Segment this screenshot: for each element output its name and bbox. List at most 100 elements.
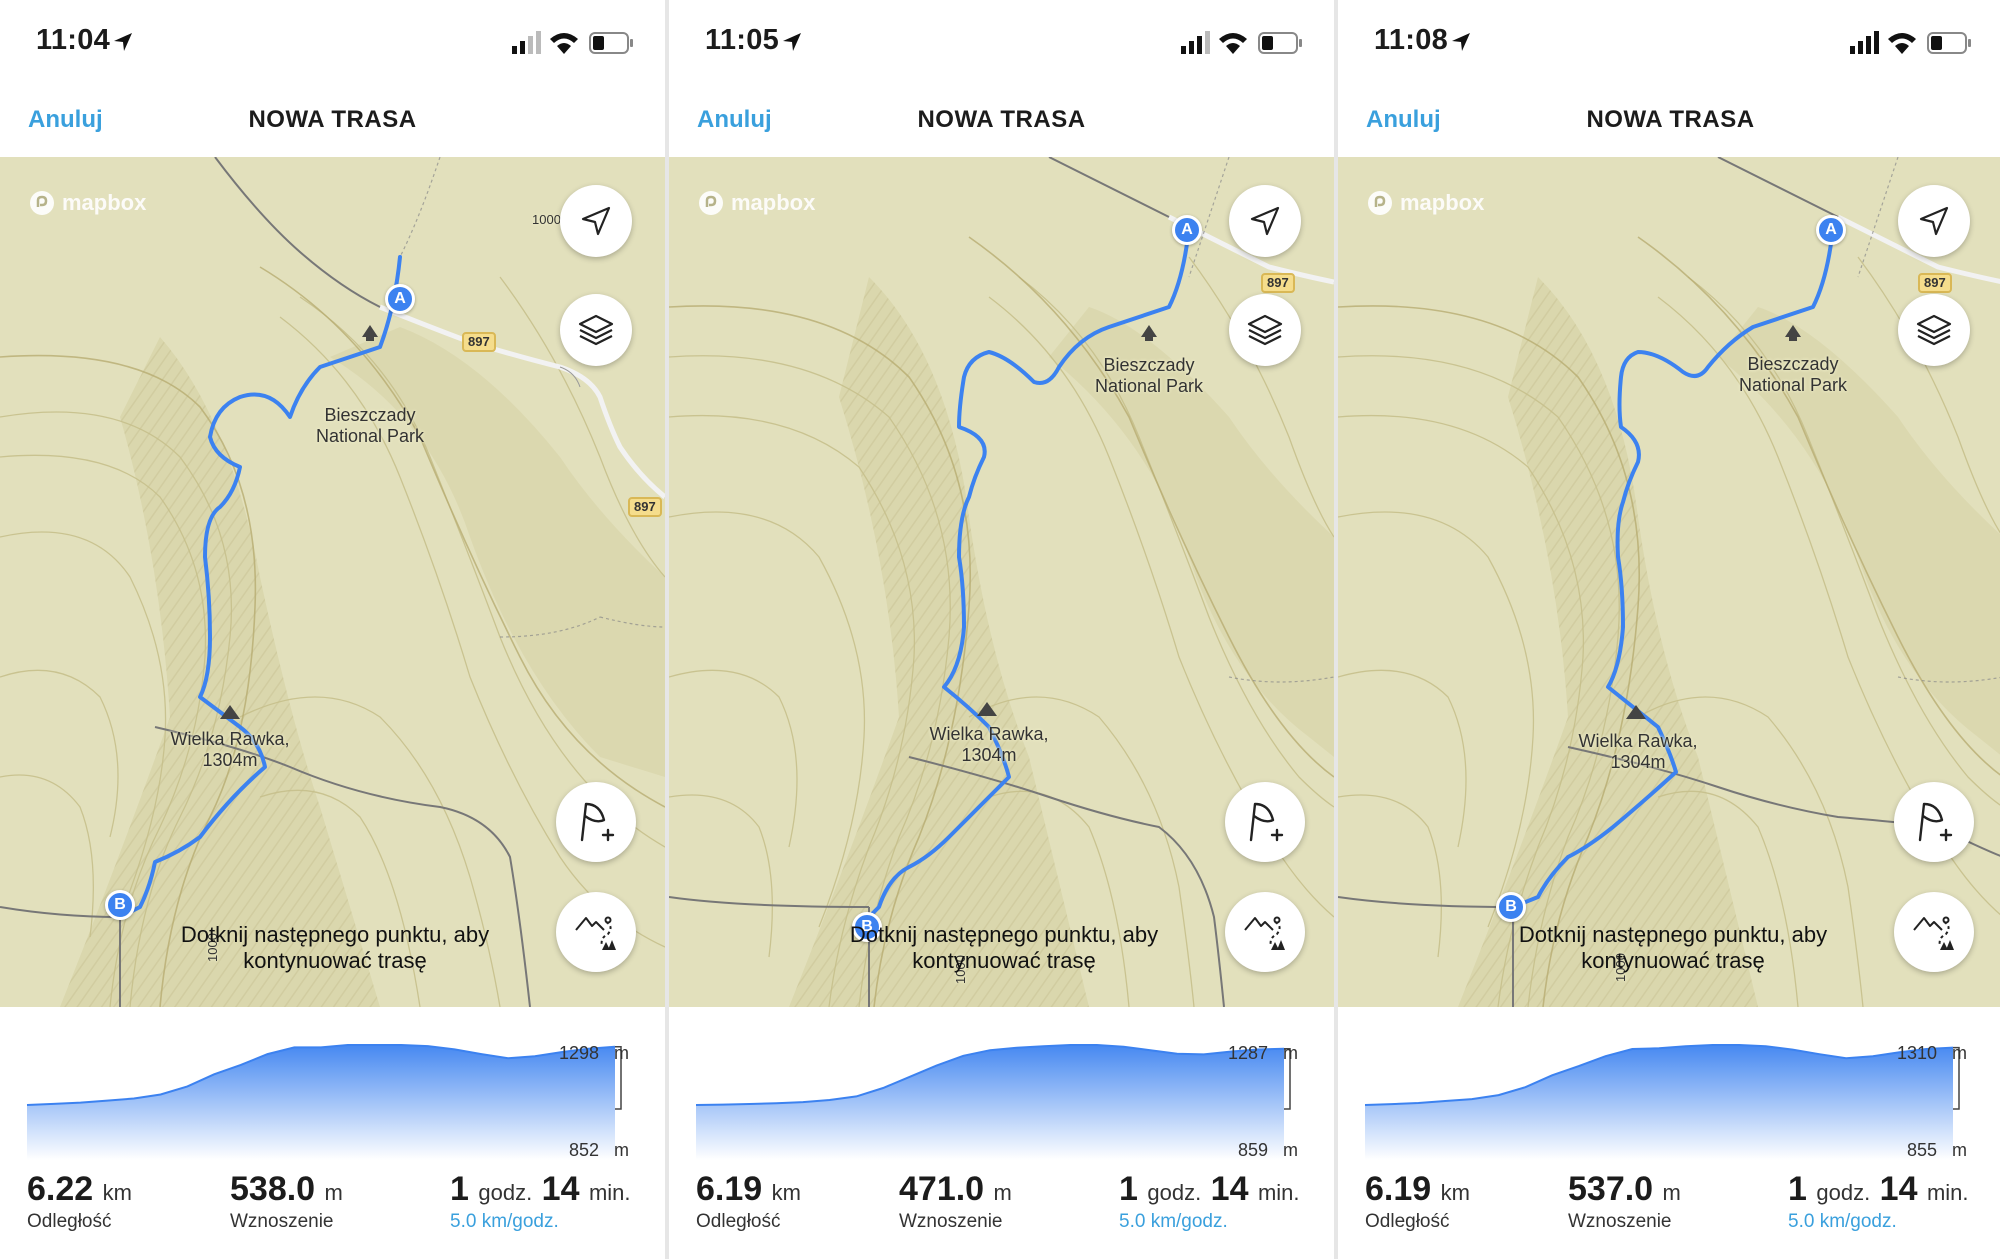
layers-icon <box>578 314 614 346</box>
elevation-max: 1298 m <box>558 1043 629 1063</box>
phone-screen-2: 11:05 Anuluj NOWA TRASA mapbox 1000 897 … <box>669 0 1334 1259</box>
mapbox-logo-icon <box>30 191 54 215</box>
ascent-stat: 471.0 m Wznoszenie <box>899 1170 1012 1232</box>
cellular-signal-icon <box>1850 31 1879 54</box>
speed-setting-link[interactable]: 5.0 km/godz. <box>1119 1211 1300 1233</box>
road-number-badge: 897 <box>1261 273 1295 293</box>
location-arrow-icon <box>114 33 132 51</box>
mapbox-logo-icon <box>699 191 723 215</box>
peak-label: Wielka Rawka, 1304m <box>929 724 1049 765</box>
elevation-chart <box>695 1044 1291 1160</box>
distance-stat: 6.19 km Odległość <box>1365 1170 1470 1232</box>
add-flag-icon <box>1249 802 1284 842</box>
terrain-route-icon <box>1244 916 1285 950</box>
duration-stat[interactable]: 1 godz. 14 min. 5.0 km/godz. <box>1788 1170 1969 1233</box>
cellular-signal-icon <box>512 31 541 54</box>
speed-setting-link[interactable]: 5.0 km/godz. <box>1788 1211 1969 1233</box>
map-view[interactable]: mapbox 1000 897 Bieszczady National Park … <box>669 157 1334 1007</box>
duration-stat[interactable]: 1 godz. 14 min. 5.0 km/godz. <box>450 1170 631 1233</box>
contour-label: 1000 <box>532 212 561 227</box>
route-start-marker[interactable]: A <box>1816 215 1846 245</box>
layers-icon <box>1916 314 1952 346</box>
add-flag-icon <box>580 802 615 842</box>
mapbox-label: mapbox <box>731 190 816 215</box>
mapbox-attribution[interactable]: mapbox <box>28 187 146 219</box>
elevation-min: 859 m <box>1237 1140 1298 1160</box>
route-planning-mode-button[interactable] <box>556 892 636 972</box>
elevation-min: 855 m <box>1906 1140 1967 1160</box>
mapbox-logo-icon <box>1368 191 1392 215</box>
mapbox-attribution[interactable]: mapbox <box>697 187 815 219</box>
elevation-chart <box>1364 1044 1960 1160</box>
route-planning-mode-button[interactable] <box>1894 892 1974 972</box>
status-icons <box>1181 31 1302 54</box>
navigation-arrow-icon <box>581 206 611 236</box>
duration-stat[interactable]: 1 godz. 14 min. 5.0 km/godz. <box>1119 1170 1300 1233</box>
route-stats: 6.22 km Odległość 538.0 m Wznoszenie 1 g… <box>0 1170 665 1259</box>
map-layers-button[interactable] <box>1898 294 1970 366</box>
route-start-marker[interactable]: A <box>385 284 415 314</box>
location-arrow-icon <box>783 33 801 51</box>
road-number-badge: 897 <box>628 497 662 517</box>
status-bar: 11:05 <box>669 0 1334 80</box>
elevation-profile: 1310 m 855 m <box>1338 1010 2000 1160</box>
elevation-area <box>27 1045 615 1160</box>
peak-label: Wielka Rawka, 1304m <box>1578 731 1698 772</box>
my-location-button[interactable] <box>1229 185 1301 257</box>
my-location-button[interactable] <box>560 185 632 257</box>
hint-text: Dotknij następnego punktu, aby kontynuowa… <box>1518 922 1828 973</box>
route-end-marker[interactable]: B <box>1496 892 1526 922</box>
nav-bar: Anuluj NOWA TRASA <box>0 80 665 156</box>
route-start-marker[interactable]: A <box>1172 215 1202 245</box>
wifi-icon <box>1219 33 1247 54</box>
add-waypoint-button[interactable] <box>1225 782 1305 862</box>
park-label: Bieszczady National Park <box>315 405 425 446</box>
phone-screen-3: 11:08 Anuluj NOWA TRASA mapbox 1000 897 … <box>1338 0 2000 1259</box>
status-time: 11:05 <box>705 24 780 56</box>
elevation-min: 852 m <box>568 1140 629 1160</box>
elevation-area <box>1365 1045 1953 1160</box>
speed-setting-link[interactable]: 5.0 km/godz. <box>450 1211 631 1233</box>
my-location-button[interactable] <box>1898 185 1970 257</box>
status-icons <box>1850 31 1971 54</box>
road-number-badge: 897 <box>1918 273 1952 293</box>
status-bar: 11:04 <box>0 0 665 80</box>
status-time: 11:08 <box>1374 24 1449 56</box>
park-label: Bieszczady National Park <box>1738 354 1848 395</box>
map-layers-button[interactable] <box>560 294 632 366</box>
page-title: NOWA TRASA <box>1586 106 1755 133</box>
map-view[interactable]: mapbox 1000 897 Bieszczady National Park … <box>1338 157 2000 1007</box>
add-waypoint-button[interactable] <box>556 782 636 862</box>
ascent-stat: 538.0 m Wznoszenie <box>230 1170 343 1232</box>
page-title: NOWA TRASA <box>248 106 417 133</box>
navigation-arrow-icon <box>1919 206 1949 236</box>
elevation-max: 1310 m <box>1896 1043 1967 1063</box>
terrain-route-icon <box>1913 916 1954 950</box>
route-planning-mode-button[interactable] <box>1225 892 1305 972</box>
map-view[interactable]: mapbox 1000 1000 897 897 Bieszczady Natio… <box>0 157 665 1007</box>
mapbox-attribution[interactable]: mapbox <box>1366 187 1484 219</box>
wifi-icon <box>1888 33 1916 54</box>
layers-icon <box>1247 314 1283 346</box>
topo-map <box>669 157 1334 1007</box>
cellular-signal-icon <box>1181 31 1210 54</box>
navigation-arrow-icon <box>1250 206 1280 236</box>
elevation-chart <box>26 1044 622 1160</box>
mapbox-label: mapbox <box>62 190 147 215</box>
route-end-marker[interactable]: B <box>105 890 135 920</box>
topo-map <box>1338 157 2000 1007</box>
page-title: NOWA TRASA <box>917 106 1086 133</box>
nav-bar: Anuluj NOWA TRASA <box>669 80 1334 156</box>
location-arrow-icon <box>1452 33 1470 51</box>
add-waypoint-button[interactable] <box>1894 782 1974 862</box>
map-layers-button[interactable] <box>1229 294 1301 366</box>
ascent-stat: 537.0 m Wznoszenie <box>1568 1170 1681 1232</box>
battery-icon <box>589 32 633 54</box>
wifi-icon <box>550 33 578 54</box>
route-stats: 6.19 km Odległość 537.0 m Wznoszenie 1 g… <box>1338 1170 2000 1259</box>
hint-text: Dotknij następnego punktu, aby kontynuowa… <box>180 922 490 973</box>
status-icons <box>512 31 633 54</box>
route-stats: 6.19 km Odległość 471.0 m Wznoszenie 1 g… <box>669 1170 1334 1259</box>
road-number-badge: 897 <box>462 332 496 352</box>
nav-bar: Anuluj NOWA TRASA <box>1338 80 2000 156</box>
